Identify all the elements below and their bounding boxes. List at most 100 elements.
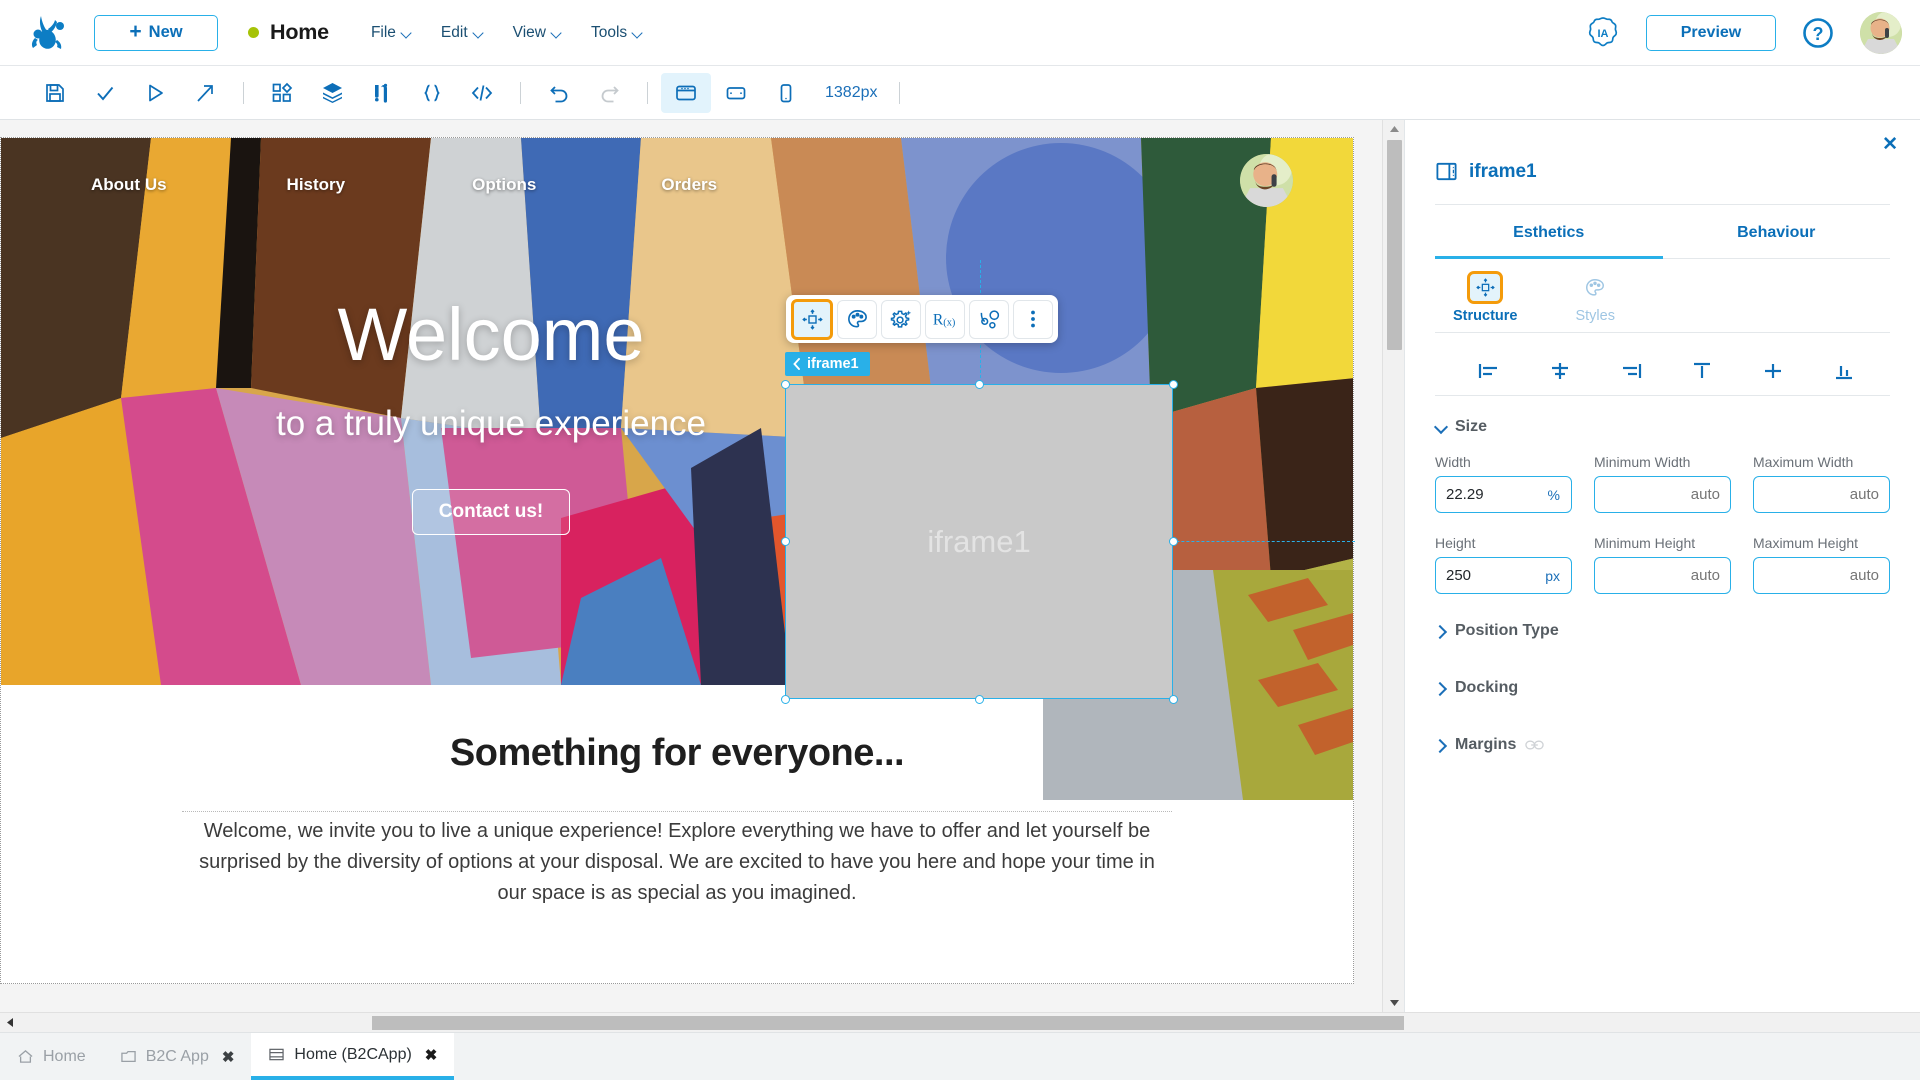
min-height-input[interactable] (1595, 567, 1730, 584)
close-tab-icon[interactable]: ✖ (425, 1046, 438, 1064)
align-bottom-icon[interactable] (1808, 355, 1879, 387)
preview-button[interactable]: Preview (1646, 15, 1776, 51)
home-icon (17, 1049, 34, 1064)
align-right-icon[interactable] (1595, 355, 1666, 387)
bottom-tab-bar: Home B2C App ✖ Home (B2CApp) ✖ (0, 1032, 1920, 1080)
resize-handle-nw[interactable] (781, 380, 790, 389)
align-center-horizontal-icon[interactable] (1524, 355, 1595, 387)
new-button[interactable]: + New (94, 15, 218, 51)
subtab-structure[interactable]: Structure (1453, 271, 1517, 332)
layers-button[interactable] (307, 73, 357, 113)
undo-button[interactable] (534, 73, 584, 113)
resize-handle-e[interactable] (1169, 537, 1178, 546)
tablet-view-button[interactable] (711, 73, 761, 113)
check-button[interactable] (80, 73, 130, 113)
styles-tool-button[interactable] (837, 300, 877, 339)
components-button[interactable] (257, 73, 307, 113)
resize-handle-s[interactable] (975, 695, 984, 704)
close-tab-icon[interactable]: ✖ (222, 1048, 235, 1066)
width-input[interactable] (1436, 486, 1548, 503)
run-button[interactable] (130, 73, 180, 113)
close-panel-icon[interactable]: ✕ (1882, 135, 1898, 154)
resize-handle-sw[interactable] (781, 695, 790, 704)
toolbar-divider (520, 82, 521, 104)
resize-handle-ne[interactable] (1169, 380, 1178, 389)
canvas-horizontal-scrollbar[interactable] (0, 1012, 1920, 1032)
height-unit[interactable]: px (1545, 568, 1571, 584)
phone-view-button[interactable] (761, 73, 811, 113)
more-tool-button[interactable] (1013, 300, 1053, 339)
section-position-type-header[interactable]: Position Type (1435, 594, 1890, 640)
tab-behaviour[interactable]: Behaviour (1663, 205, 1891, 259)
resize-handle-n[interactable] (975, 380, 984, 389)
question-mark-icon[interactable]: ? (1801, 16, 1835, 50)
bottom-tab-home-b2capp[interactable]: Home (B2CApp) ✖ (251, 1033, 454, 1080)
resize-handle-se[interactable] (1169, 695, 1178, 704)
scrollbar-thumb[interactable] (1387, 140, 1402, 350)
scroll-down-arrow-icon[interactable] (1383, 994, 1404, 1012)
canvas-vertical-scrollbar[interactable] (1382, 120, 1404, 1012)
field-max-width: Maximum Width (1753, 454, 1890, 513)
menu-tools[interactable]: Tools (591, 24, 642, 42)
panel-subtabs: Structure Styles (1435, 259, 1890, 333)
save-button[interactable] (30, 73, 80, 113)
section-docking-header[interactable]: Docking (1435, 640, 1890, 697)
design-canvas[interactable]: About Us History Options Orders (0, 120, 1404, 1012)
deploy-button[interactable] (180, 73, 230, 113)
palette-icon (1577, 271, 1613, 304)
min-width-input[interactable] (1595, 486, 1730, 503)
max-width-input[interactable] (1754, 486, 1889, 503)
section-size-header[interactable]: Size (1435, 396, 1890, 436)
status-dot (248, 27, 259, 38)
field-width-label: Width (1435, 454, 1572, 470)
field-min-height: Minimum Height (1594, 535, 1731, 594)
site-user-avatar[interactable] (1240, 154, 1293, 207)
nav-link-options[interactable]: Options (472, 175, 536, 195)
settings-tool-button[interactable] (881, 300, 921, 339)
width-unit[interactable]: % (1548, 487, 1571, 503)
variables-button[interactable] (357, 73, 407, 113)
main-toolbar: 1382px (0, 66, 1920, 120)
selected-element-iframe1[interactable]: iframe1 (785, 384, 1173, 699)
resize-handle-w[interactable] (781, 537, 790, 546)
scroll-left-arrow-icon[interactable] (0, 1013, 20, 1032)
menu-file[interactable]: File (371, 24, 411, 42)
redo-button[interactable] (584, 73, 634, 113)
contact-us-button[interactable]: Contact us! (412, 489, 571, 535)
chain-link-icon[interactable] (1525, 739, 1544, 751)
hscrollbar-thumb[interactable] (372, 1016, 1404, 1030)
subtab-styles[interactable]: Styles (1575, 271, 1615, 332)
user-avatar[interactable] (1860, 12, 1902, 54)
max-height-input[interactable] (1754, 567, 1889, 584)
braces-button[interactable] (407, 73, 457, 113)
field-min-width: Minimum Width (1594, 454, 1731, 513)
section-margins-header[interactable]: Margins (1435, 697, 1890, 754)
nav-link-orders[interactable]: Orders (661, 175, 717, 195)
height-input[interactable] (1436, 567, 1545, 584)
bottom-tab-home[interactable]: Home (0, 1033, 103, 1080)
header-right-group: IA Preview ? (1585, 12, 1902, 54)
structure-tool-button[interactable] (791, 299, 833, 340)
desktop-view-button[interactable] (661, 73, 711, 113)
nav-link-about[interactable]: About Us (91, 175, 167, 195)
menu-edit[interactable]: Edit (441, 24, 483, 42)
relations-tool-button[interactable] (969, 300, 1009, 339)
zoom-width-label[interactable]: 1382px (825, 84, 878, 102)
nav-link-history[interactable]: History (287, 175, 346, 195)
selection-breadcrumb-tag[interactable]: iframe1 (785, 352, 870, 376)
menu-tools-label: Tools (591, 24, 627, 42)
menu-view[interactable]: View (513, 24, 561, 42)
code-button[interactable] (457, 73, 507, 113)
scroll-up-arrow-icon[interactable] (1383, 120, 1404, 138)
field-max-height-label: Maximum Height (1753, 535, 1890, 551)
ia-assistant-icon[interactable]: IA (1585, 15, 1621, 51)
genexus-logo-icon[interactable] (26, 10, 72, 56)
bottom-tab-b2c-app[interactable]: B2C App ✖ (103, 1033, 252, 1080)
align-middle-vertical-icon[interactable] (1737, 355, 1808, 387)
align-left-icon[interactable] (1453, 355, 1524, 387)
bottom-tab-home-b2capp-label: Home (B2CApp) (294, 1046, 411, 1064)
formula-tool-button[interactable]: R (x) (925, 300, 965, 339)
align-top-icon[interactable] (1666, 355, 1737, 387)
section-size-title: Size (1455, 418, 1487, 436)
tab-esthetics[interactable]: Esthetics (1435, 205, 1663, 259)
